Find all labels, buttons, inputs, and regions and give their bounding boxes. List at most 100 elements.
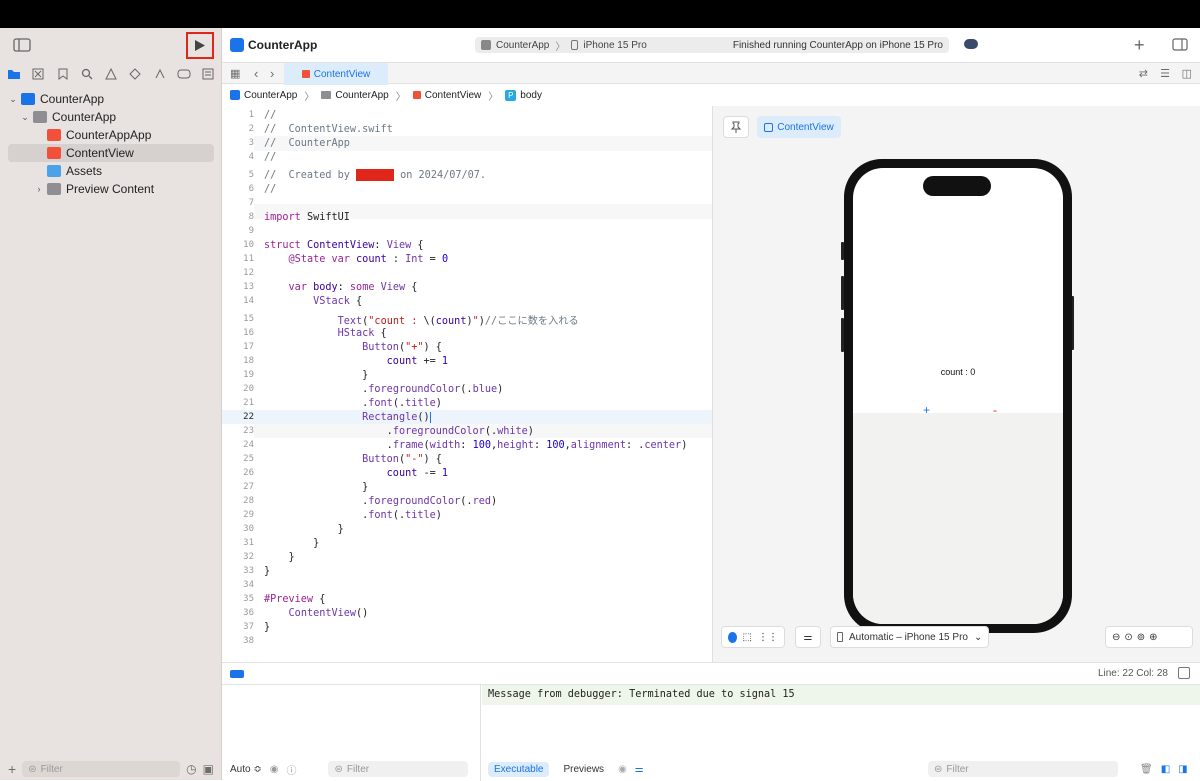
- code-line: @State var count : Int = 0: [288, 253, 449, 265]
- show-console-icon[interactable]: ◨: [1178, 764, 1187, 775]
- line-number: 1: [248, 110, 254, 120]
- breadcrumb-item[interactable]: CounterApp: [244, 90, 297, 101]
- app-project-icon: [230, 90, 240, 100]
- window-top-bar: [0, 0, 1200, 28]
- test-diamond-icon[interactable]: [127, 66, 143, 82]
- code-line: #Preview {: [264, 593, 326, 605]
- device-name[interactable]: iPhone 15 Pro: [583, 40, 646, 51]
- tab-previews[interactable]: Previews: [557, 762, 610, 777]
- code-line: }: [264, 523, 344, 535]
- console-filter-input[interactable]: ⊜ Filter: [928, 761, 1118, 777]
- code-line: }: [264, 369, 369, 381]
- selectable-icon[interactable]: ⬚: [743, 632, 752, 643]
- back-icon[interactable]: ‹: [254, 66, 258, 81]
- plus-button[interactable]: +: [923, 403, 930, 417]
- issue-warning-icon[interactable]: [103, 66, 119, 82]
- device-settings-button[interactable]: ⚌: [795, 626, 821, 648]
- tree-item-contentview[interactable]: ContentView: [8, 144, 214, 162]
- split-editor-icon[interactable]: ◫: [1182, 67, 1192, 80]
- breadcrumb-item[interactable]: CounterApp: [335, 90, 388, 101]
- play-icon: [195, 40, 205, 51]
- code-line: }: [264, 565, 271, 577]
- editor-status-bar: Line: 22 Col: 28: [222, 662, 1200, 684]
- filter-icon: ⊜: [934, 763, 943, 775]
- tree-item-label: Assets: [66, 164, 103, 178]
- app-project-icon: [21, 93, 35, 105]
- preview-selector-button[interactable]: ContentView: [757, 116, 841, 138]
- chevron-right-icon[interactable]: ›: [34, 184, 44, 194]
- tree-item-label: CounterApp: [52, 110, 117, 124]
- main-area: CounterApp CounterApp 〉 iPhone 15 Pro Fi…: [222, 28, 1200, 781]
- recent-files-icon[interactable]: ◷: [186, 762, 196, 776]
- chevron-down-icon[interactable]: ⌄: [20, 112, 30, 123]
- current-line-number: 22: [243, 412, 254, 422]
- code-line: // CounterApp: [264, 137, 350, 149]
- tab-executable[interactable]: Executable: [488, 761, 550, 777]
- code-line: struct ContentView: View {: [264, 239, 424, 251]
- tree-item-folder[interactable]: ⌄ CounterApp: [0, 108, 222, 126]
- filter-placeholder: Filter: [346, 763, 370, 775]
- search-icon[interactable]: [79, 66, 95, 82]
- debug-icon[interactable]: [152, 66, 168, 82]
- zoom-out-icon[interactable]: ⊖: [1112, 632, 1120, 643]
- minus-button[interactable]: -: [993, 403, 997, 417]
- source-control-icon[interactable]: [30, 66, 46, 82]
- zoom-in-icon[interactable]: ⊕: [1149, 632, 1157, 643]
- toggle-icon[interactable]: ⚌: [635, 764, 644, 775]
- inspector-toggle-icon[interactable]: [1172, 38, 1188, 51]
- breakpoint-icon[interactable]: [176, 66, 192, 82]
- console-message: Message from debugger: Terminated due to…: [482, 685, 1200, 705]
- swap-icon[interactable]: ⇄: [1139, 67, 1148, 80]
- zoom-fit-icon[interactable]: ⊚: [1137, 632, 1145, 643]
- console-right-bar: ⊜ Filter 🗑 ◧ ◨: [928, 759, 1194, 779]
- tree-item-label: Preview Content: [66, 182, 155, 196]
- variables-filter-input[interactable]: ⊜ Filter: [328, 761, 469, 777]
- code-line: VStack {: [313, 295, 363, 307]
- tree-item-preview-content[interactable]: › Preview Content: [0, 180, 222, 198]
- debug-area-toggle-icon[interactable]: [230, 670, 244, 678]
- tree-item-assets[interactable]: Assets: [0, 162, 222, 180]
- auto-selector[interactable]: Auto ≎: [230, 764, 262, 775]
- tab-contentview[interactable]: ContentView: [284, 63, 388, 85]
- scheme-status-bar[interactable]: CounterApp 〉 iPhone 15 Pro Finished runn…: [475, 37, 949, 53]
- filter-icon: ⊜: [28, 763, 37, 775]
- zoom-actual-icon[interactable]: ⊙: [1124, 632, 1132, 643]
- project-tree: ⌄ CounterApp ⌄ CounterApp CounterAppApp …: [0, 90, 222, 198]
- code-line: .foregroundColor(.red): [264, 495, 498, 507]
- scheme-name[interactable]: CounterApp: [496, 40, 549, 51]
- device-selector[interactable]: Automatic – iPhone 15 Pro ⌄: [830, 626, 990, 648]
- add-icon[interactable]: +: [1134, 35, 1145, 56]
- bookmark-icon[interactable]: [55, 66, 71, 82]
- sidebar-toggle-icon[interactable]: [12, 37, 32, 53]
- variants-icon[interactable]: ⋮⋮: [758, 632, 778, 643]
- breadcrumb-item[interactable]: ContentView: [425, 90, 482, 101]
- live-preview-icon[interactable]: [728, 631, 737, 643]
- minimap-toggle-icon[interactable]: [1178, 667, 1190, 679]
- sidebar-filter-input[interactable]: ⊜ Filter: [22, 761, 181, 777]
- tree-item-counterappapp[interactable]: CounterAppApp: [0, 126, 222, 144]
- eye-icon[interactable]: ◉: [618, 764, 627, 775]
- folder-icon: [33, 111, 47, 123]
- eye-icon[interactable]: ◉: [270, 764, 279, 775]
- pin-button[interactable]: [723, 116, 749, 138]
- count-label: count : 0: [940, 367, 976, 377]
- report-icon[interactable]: [200, 66, 216, 82]
- run-button[interactable]: [186, 32, 214, 59]
- chevron-down-icon[interactable]: ⌄: [8, 94, 18, 105]
- cloud-icon[interactable]: [964, 39, 978, 49]
- code-editor[interactable]: 1// 2// ContentView.swift 3// CounterApp…: [222, 106, 712, 662]
- grid-icon[interactable]: ▦: [230, 67, 240, 80]
- code-line: .font(.title): [264, 509, 442, 521]
- show-variables-icon[interactable]: ◧: [1161, 764, 1170, 775]
- add-icon[interactable]: +: [8, 761, 16, 777]
- info-icon[interactable]: ⓘ: [286, 762, 296, 777]
- breadcrumb-item[interactable]: body: [520, 90, 542, 101]
- trash-icon[interactable]: 🗑: [1140, 764, 1153, 775]
- filter-placeholder: Filter: [946, 763, 969, 775]
- sidebar-toolbar: [0, 28, 222, 62]
- tree-item-project[interactable]: ⌄ CounterApp: [0, 90, 222, 108]
- folder-icon[interactable]: [6, 66, 22, 82]
- filter-options-icon[interactable]: ▣: [203, 762, 214, 776]
- forward-icon[interactable]: ›: [270, 66, 274, 81]
- editor-options-icon[interactable]: ☰: [1160, 67, 1170, 80]
